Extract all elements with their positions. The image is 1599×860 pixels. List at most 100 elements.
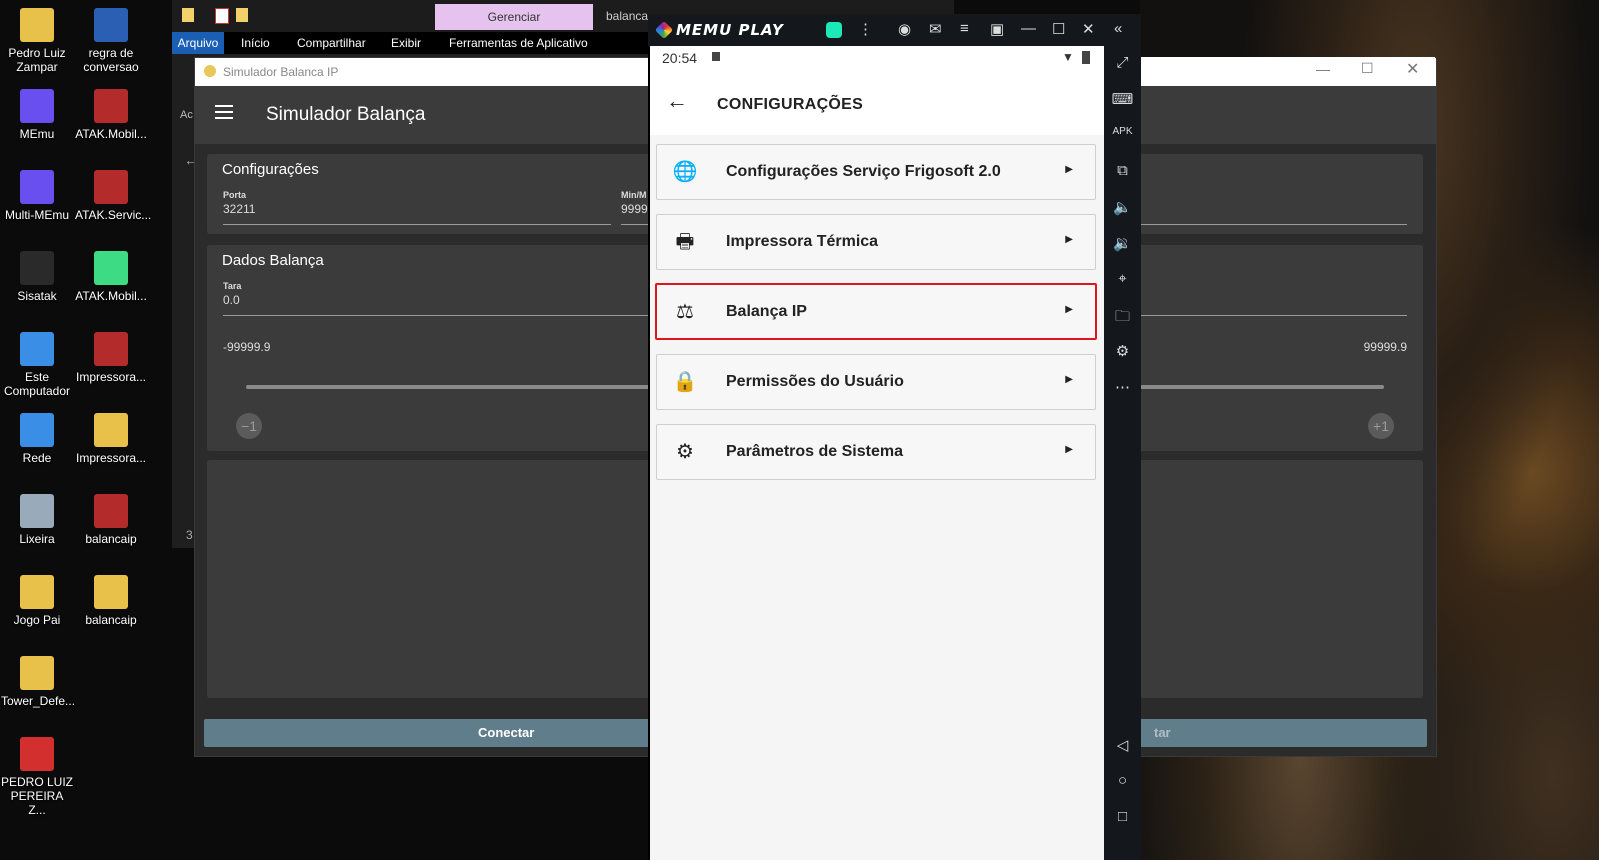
dados-card-title: Dados Balança xyxy=(222,252,324,269)
globe-icon: 🌐 xyxy=(672,161,698,183)
desktop-icon[interactable]: Rede xyxy=(1,413,73,465)
new-folder-icon[interactable] xyxy=(236,8,248,22)
settings-menu-item[interactable]: 🔒 Permissões do Usuário ▶ xyxy=(656,354,1096,410)
minmax-input[interactable]: 9999 xyxy=(621,202,648,216)
settings-appbar: ← CONFIGURAÇÕES xyxy=(650,71,1104,135)
desktop-icon-label: ATAK.Mobil... xyxy=(75,127,147,141)
maximize-icon[interactable]: ☐ xyxy=(1361,60,1374,77)
back-arrow-icon[interactable]: ← xyxy=(666,88,688,114)
user-folder-icon xyxy=(20,8,54,42)
desktop-icon[interactable]: PEDRO LUIZ PEREIRA Z... xyxy=(1,737,73,817)
mail-icon[interactable]: ✉ xyxy=(929,20,942,38)
conectar-label: Conectar xyxy=(478,725,535,740)
memu-sidebar: ⤢ ⌨ APK ⧉ 🔈 🔉 ⌖ 🗀 ⚙ ⋯ ◁ ○ □ xyxy=(1104,46,1141,860)
properties-icon[interactable] xyxy=(215,8,229,24)
settings-menu-item[interactable]: 🌐 Configurações Serviço Frigosoft 2.0 ▶ xyxy=(656,144,1096,200)
gear-icon[interactable]: ⚙ xyxy=(1104,342,1141,360)
desktop-icon-label: MEmu xyxy=(19,127,55,141)
increment-button[interactable]: +1 xyxy=(1368,413,1394,439)
settings-menu-item-label: Parâmetros de Sistema xyxy=(726,443,903,460)
desktop-icon[interactable]: Sisatak xyxy=(1,251,73,303)
tab-ferramentas[interactable]: Ferramentas de Aplicativo xyxy=(449,36,588,50)
minmax-label: Min/M xyxy=(621,190,647,200)
android-recents-icon[interactable]: □ xyxy=(1104,808,1141,825)
apk-icon[interactable]: APK xyxy=(1104,126,1141,137)
desktop-icon[interactable]: MEmu xyxy=(1,89,73,141)
folder-icon xyxy=(20,656,54,690)
screen-icon[interactable]: ▣ xyxy=(990,20,1004,38)
volume-up-icon[interactable]: 🔈 xyxy=(1104,198,1141,216)
desktop-icon[interactable]: Tower_Defe... xyxy=(1,656,76,708)
memu-diamond-icon xyxy=(654,20,674,40)
explorer-address-fragment: Ac xyxy=(180,109,193,121)
app-icon xyxy=(204,65,216,77)
selection-highlight xyxy=(655,283,1097,340)
tara-label: Tara xyxy=(223,281,242,291)
android-back-icon[interactable]: ◁ xyxy=(1104,736,1141,754)
desktop-icon[interactable]: Lixeira xyxy=(1,494,73,546)
desktop-icon-label: Sisatak xyxy=(17,289,57,303)
porta-underline xyxy=(223,224,611,225)
settings-menu-item[interactable]: 🖶 Impressora Térmica ▶ xyxy=(656,214,1096,270)
tab-gerenciar[interactable]: Gerenciar xyxy=(435,4,593,30)
collapse-sidebar-icon[interactable]: « xyxy=(1114,20,1122,37)
maximize-icon[interactable]: ☐ xyxy=(1052,20,1065,38)
right-button-fragment: tar xyxy=(1154,725,1171,740)
hamburger-menu-icon[interactable] xyxy=(215,105,233,123)
account-icon[interactable]: ◉ xyxy=(898,20,911,38)
config-card-title: Configurações xyxy=(222,161,319,178)
volume-down-icon[interactable]: 🔉 xyxy=(1104,234,1141,252)
apk-icon xyxy=(94,251,128,285)
porta-input[interactable]: 32211 xyxy=(223,202,255,216)
more-vert-icon[interactable]: ⋮ xyxy=(858,20,873,38)
keyboard-icon[interactable]: ⌨ xyxy=(1104,90,1141,108)
android-home-icon[interactable]: ○ xyxy=(1104,772,1141,789)
decrement-button[interactable]: −1 xyxy=(236,413,262,439)
chevron-right-icon: ▶ xyxy=(1065,444,1073,455)
settings-menu-item[interactable]: ⚙ Parâmetros de Sistema ▶ xyxy=(656,424,1096,480)
android-status-bar: 20:54 ▼ xyxy=(650,46,1104,71)
memu-app-icon[interactable] xyxy=(826,22,842,38)
desktop-icon-label: Tower_Defe... xyxy=(1,694,76,708)
chevron-right-icon: ▶ xyxy=(1065,234,1073,245)
printer-icon: 🖶 xyxy=(675,231,695,253)
desktop-icon[interactable]: Multi-MEmu xyxy=(1,170,73,222)
close-icon[interactable]: ✕ xyxy=(1406,59,1419,79)
tara-input[interactable]: 0.0 xyxy=(223,293,240,307)
folder-icon xyxy=(94,575,128,609)
desktop-icon[interactable]: Jogo Pai xyxy=(1,575,73,627)
desktop-icon[interactable]: regra de conversao xyxy=(75,8,147,74)
folder-icon[interactable] xyxy=(182,8,194,22)
desktop-icon[interactable]: Impressora... xyxy=(75,413,147,465)
desktop-icon[interactable]: Pedro Luiz Zampar xyxy=(1,8,73,74)
recycle-bin-icon xyxy=(20,494,54,528)
tab-compartilhar[interactable]: Compartilhar xyxy=(297,36,366,50)
minimize-icon[interactable]: — xyxy=(1021,20,1036,37)
word-doc-icon xyxy=(94,8,128,42)
lock-icon: 🔒 xyxy=(672,371,698,393)
tab-arquivo[interactable]: Arquivo xyxy=(172,32,224,54)
folder-icon[interactable]: 🗀 xyxy=(1104,306,1141,331)
desktop-icon[interactable]: balancaip xyxy=(75,575,147,627)
menu-icon[interactable]: ≡ xyxy=(960,20,969,37)
settings-menu-item-label: Configurações Serviço Frigosoft 2.0 xyxy=(726,163,1001,180)
desktop-icon-label: Jogo Pai xyxy=(13,613,61,627)
desktop-icon[interactable]: Este Computador xyxy=(1,332,73,398)
tab-inicio[interactable]: Início xyxy=(241,36,270,50)
screen-title: CONFIGURAÇÕES xyxy=(717,96,864,113)
app-title: Simulador Balança xyxy=(266,104,426,125)
desktop-icon[interactable]: balancaip xyxy=(75,494,147,546)
desktop-icon[interactable]: ATAK.Servic... xyxy=(75,170,151,222)
tab-exibir[interactable]: Exibir xyxy=(391,36,421,50)
desktop-icon[interactable]: ATAK.Mobil... xyxy=(75,251,147,303)
close-icon[interactable]: ✕ xyxy=(1082,20,1095,38)
more-horiz-icon[interactable]: ⋯ xyxy=(1104,378,1141,396)
multi-window-icon[interactable]: ⧉ xyxy=(1104,162,1141,179)
location-icon[interactable]: ⌖ xyxy=(1104,270,1141,287)
fullscreen-icon[interactable]: ⤢ xyxy=(1104,54,1141,71)
minimize-icon[interactable]: — xyxy=(1316,61,1330,77)
porta-label: Porta xyxy=(223,190,247,200)
android-screen: 20:54 ▼ ← CONFIGURAÇÕES 🌐 Configurações S… xyxy=(650,46,1104,860)
desktop-icon[interactable]: Impressora... xyxy=(75,332,147,384)
desktop-icon[interactable]: ATAK.Mobil... xyxy=(75,89,147,141)
